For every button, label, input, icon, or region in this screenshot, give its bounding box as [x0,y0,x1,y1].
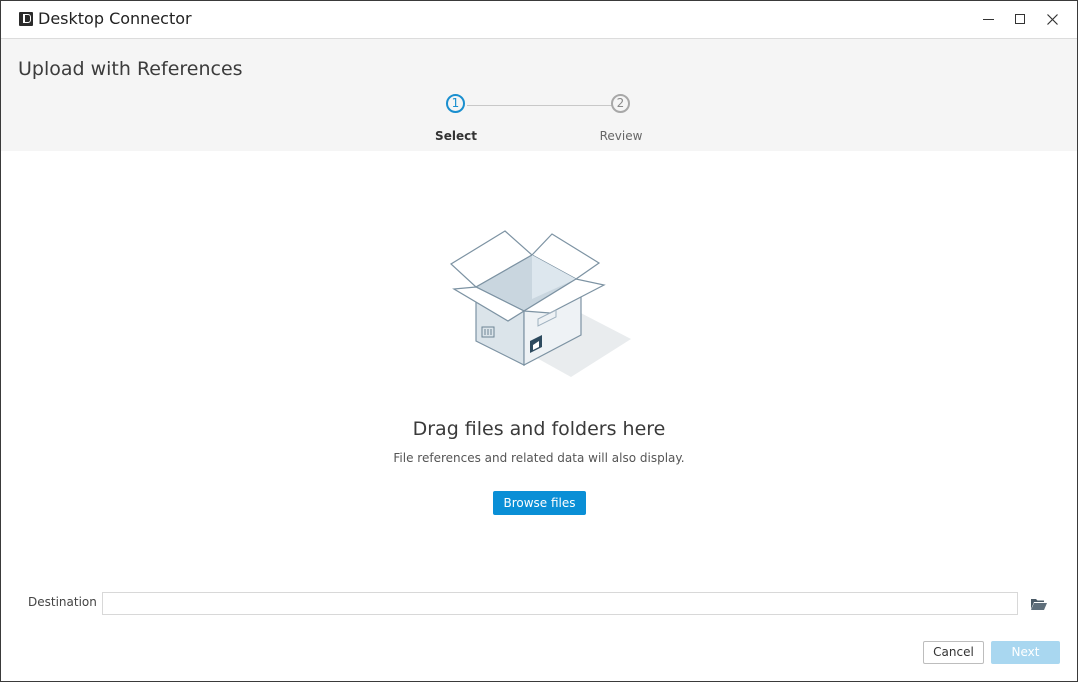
step-number-badge: 2 [611,94,630,113]
close-icon [1046,13,1058,25]
destination-label: Destination [28,595,97,609]
progress-stepper: 1 Select 2 Review [421,94,681,144]
desktop-connector-app-icon [19,12,33,26]
next-button[interactable]: Next [991,641,1060,664]
cancel-button[interactable]: Cancel [923,641,984,664]
step-connector [467,105,621,106]
page-title: Upload with References [18,58,243,80]
maximize-icon [1015,14,1025,24]
drop-subtext: File references and related data will al… [393,451,685,465]
browse-files-button[interactable]: Browse files [493,491,586,515]
drop-heading: Drag files and folders here [412,418,666,440]
title-bar: Desktop Connector [1,1,1077,39]
step-label: Select [435,129,477,143]
minimize-button[interactable] [973,5,1003,33]
folder-open-icon[interactable] [1030,597,1048,611]
minimize-icon [982,18,994,20]
open-box-icon [450,230,631,377]
step-label: Review [599,129,643,143]
close-button[interactable] [1037,5,1067,33]
destination-field[interactable] [102,592,1018,615]
app-window: Desktop Connector Upload with References… [1,1,1077,681]
step-number-badge: 1 [446,94,465,113]
maximize-button[interactable] [1005,5,1035,33]
window-title: Desktop Connector [38,9,192,28]
page-header: Upload with References 1 Select 2 Review [1,39,1077,151]
